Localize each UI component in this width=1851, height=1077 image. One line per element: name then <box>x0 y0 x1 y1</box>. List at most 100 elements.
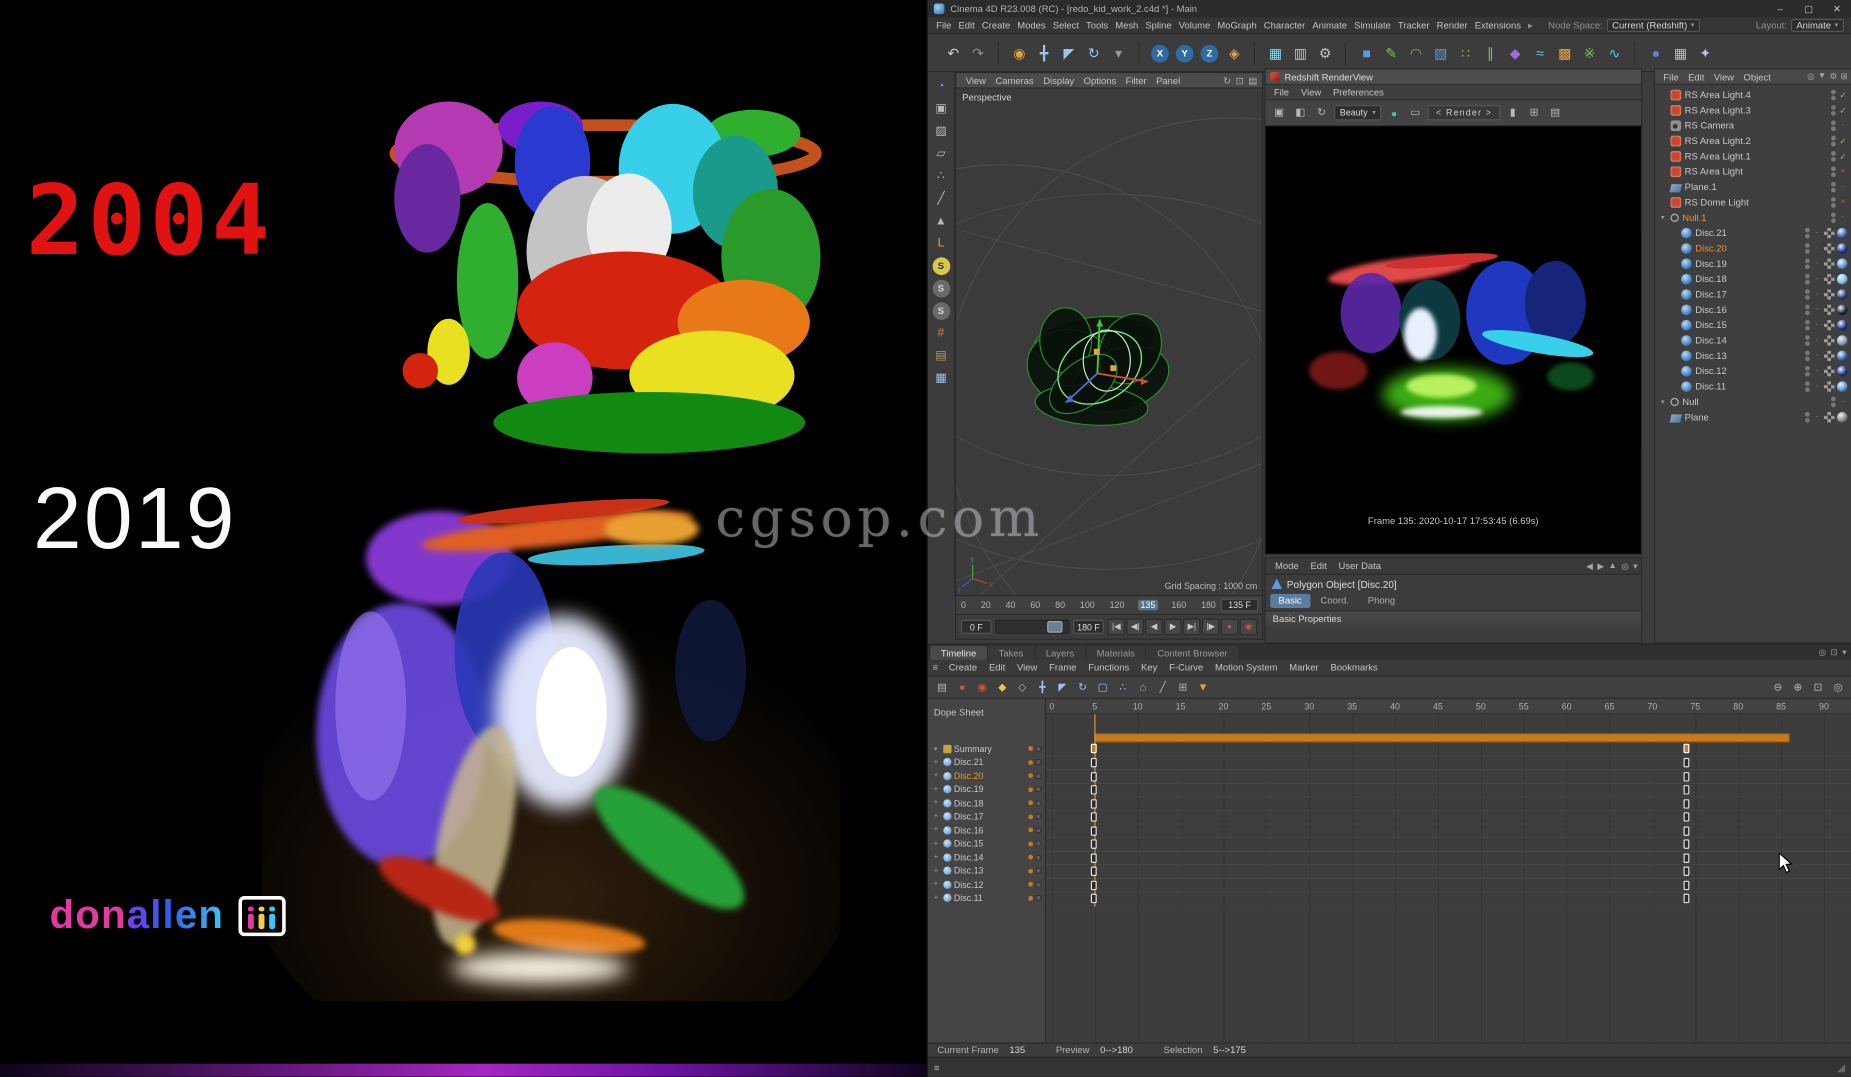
expand-icon[interactable]: + <box>934 867 941 874</box>
track-row-disc-21[interactable]: + Disc.21 <box>928 756 1045 770</box>
ripple-edit-icon[interactable]: ⊞ <box>1175 679 1192 696</box>
enabled-state-icon[interactable]: · <box>1812 306 1821 314</box>
enabled-state-icon[interactable]: · <box>1812 229 1821 237</box>
frame-all-icon[interactable]: ⊡ <box>1810 679 1827 696</box>
edge-mode-icon[interactable]: ╱ <box>932 190 950 208</box>
enabled-state-icon[interactable]: · <box>1812 321 1821 329</box>
texture-tag-icon[interactable] <box>1823 412 1835 423</box>
timeline-menu-view[interactable]: View <box>1011 662 1043 673</box>
search-icon[interactable]: ◎ <box>1807 72 1814 81</box>
track-toggle[interactable] <box>1035 881 1042 888</box>
viewport-menu-display[interactable]: Display <box>1038 75 1078 86</box>
visibility-toggles[interactable] <box>1831 197 1836 208</box>
enabled-state-icon[interactable]: ✓ <box>1838 136 1847 146</box>
viewport-menu-options[interactable]: Options <box>1079 75 1121 86</box>
key-state-dot[interactable] <box>1028 855 1033 860</box>
record-keyframe-button[interactable]: ● <box>1220 618 1239 636</box>
field-object-icon[interactable]: ≈ <box>1529 42 1551 64</box>
expand-icon[interactable]: + <box>934 895 941 902</box>
visibility-toggles[interactable] <box>1831 89 1836 101</box>
enabled-state-icon[interactable]: ✓ <box>1838 106 1847 115</box>
visibility-toggles[interactable] <box>1805 258 1810 270</box>
visibility-toggles[interactable] <box>1831 181 1836 193</box>
attribute-object-row[interactable]: Polygon Object [Disc.20] <box>1266 575 1641 593</box>
render-picture-viewer-icon[interactable]: ▥ <box>1289 42 1311 64</box>
am-menu-user-data[interactable]: User Data <box>1333 561 1387 572</box>
quantize-icon[interactable]: S <box>932 302 950 320</box>
layout-grid-icon[interactable]: ▦ <box>1669 42 1691 64</box>
timeline-menu-key[interactable]: Key <box>1135 662 1163 673</box>
frame-tick-160[interactable]: 160 <box>1170 600 1187 611</box>
object-row-rs-dome-light[interactable]: RS Dome Light × <box>1655 195 1851 210</box>
enabled-state-icon[interactable]: · <box>1812 244 1821 252</box>
make-editable-icon[interactable]: ◔ <box>932 78 950 96</box>
track-row-disc-18[interactable]: + Disc.18 <box>928 796 1045 810</box>
volume-builder-icon[interactable]: ▩ <box>1554 42 1576 64</box>
object-row-disc-15[interactable]: Disc.15 · <box>1655 318 1851 333</box>
key-interpolation-icon[interactable]: ⌂ <box>1135 679 1152 696</box>
timeline-menu-motion-system[interactable]: Motion System <box>1209 662 1283 673</box>
track-toggle[interactable] <box>1035 840 1042 847</box>
enabled-state-icon[interactable]: · <box>1838 122 1847 130</box>
track-row-disc-15[interactable]: + Disc.15 <box>928 837 1045 851</box>
object-row-plane[interactable]: Plane · <box>1655 410 1851 425</box>
texture-tag-icon[interactable] <box>1823 243 1835 254</box>
object-row-rs-camera[interactable]: RS Camera · <box>1655 118 1851 133</box>
texture-tag-icon[interactable] <box>1823 258 1835 270</box>
expand-icon[interactable]: + <box>934 772 941 779</box>
more-icon[interactable]: ▾ <box>1633 561 1637 571</box>
timeline-menu-functions[interactable]: Functions <box>1082 662 1135 673</box>
object-row-disc-13[interactable]: Disc.13 · <box>1655 348 1851 363</box>
expand-icon[interactable]: + <box>934 854 941 861</box>
frame-tick-0[interactable]: 0 <box>960 600 967 611</box>
key-state-dot[interactable] <box>1028 882 1033 887</box>
settings-icon[interactable]: ⚙ <box>1830 72 1837 81</box>
nav-up-icon[interactable]: ▲ <box>1608 561 1616 570</box>
visibility-toggles[interactable] <box>1831 135 1836 147</box>
frame-tick-20[interactable]: 20 <box>980 600 992 611</box>
close-button[interactable]: ✕ <box>1823 0 1851 18</box>
tab-layers[interactable]: Layers <box>1035 645 1085 660</box>
attribute-tab-basic[interactable]: Basic <box>1270 593 1310 608</box>
keyframe-disc-13-f74[interactable] <box>1683 866 1690 876</box>
subdivision-surface-icon[interactable]: ▧ <box>1430 42 1452 64</box>
find-icon[interactable]: ◎ <box>1621 561 1628 571</box>
viewport-menu-view[interactable]: View <box>961 75 991 86</box>
menu-tracker[interactable]: Tracker <box>1394 20 1433 31</box>
frame-tick-60[interactable]: 60 <box>1029 600 1041 611</box>
track-row-disc-20[interactable]: + Disc.20 <box>928 769 1045 783</box>
tab-content-browser[interactable]: Content Browser <box>1146 645 1239 660</box>
node-space-select[interactable]: Current (Redshift) ▾ <box>1606 18 1701 32</box>
object-row-disc-18[interactable]: Disc.18 · <box>1655 272 1851 287</box>
texture-tag-icon[interactable] <box>1823 319 1835 331</box>
record-rotation-icon[interactable]: ↻ <box>1074 679 1091 696</box>
end-frame-field[interactable]: 180 F <box>1073 619 1104 634</box>
viewport-menu-cameras[interactable]: Cameras <box>991 75 1039 86</box>
restart-render-icon[interactable]: ↻ <box>1313 104 1331 122</box>
dope-sheet-label[interactable]: Dope Sheet <box>928 704 1045 721</box>
search-icon[interactable]: ◎ <box>1819 648 1826 657</box>
key-state-dot[interactable] <box>1028 787 1033 792</box>
rv-menu-file[interactable]: File <box>1268 87 1295 98</box>
track-row-disc-11[interactable]: + Disc.11 <box>928 891 1045 905</box>
goto-start-button[interactable]: |◀ <box>1107 618 1126 636</box>
enabled-state-icon[interactable]: · <box>1838 214 1847 222</box>
tab-takes[interactable]: Takes <box>988 645 1034 660</box>
nav-forward-icon[interactable]: ▶ <box>1597 561 1603 571</box>
y-axis-lock-icon[interactable]: Y <box>1175 44 1194 62</box>
frame-ruler[interactable]: 0 20 40 60 80 100 120 135 160 180 135 F <box>955 596 1264 616</box>
play-button[interactable]: ▶ <box>1164 618 1182 636</box>
texture-tag-icon[interactable] <box>1823 273 1835 285</box>
material-tag-icon[interactable] <box>1836 350 1848 362</box>
panel-menu-icon[interactable]: ≡ <box>934 1062 940 1073</box>
keyframe-disc-16-f74[interactable] <box>1683 825 1690 836</box>
keyframe-disc-15-f74[interactable] <box>1683 839 1690 849</box>
keyframe-disc-21-f5[interactable] <box>1091 757 1098 768</box>
undo-icon[interactable]: ↶ <box>942 42 964 64</box>
resize-grip-icon[interactable]: ◢ <box>1837 1061 1845 1074</box>
model-mode-icon[interactable]: ▣ <box>932 100 950 118</box>
am-menu-mode[interactable]: Mode <box>1269 561 1304 572</box>
menu-edit[interactable]: Edit <box>955 20 978 31</box>
render-nav[interactable]: < Render > <box>1427 105 1501 121</box>
visibility-toggles[interactable] <box>1805 273 1810 285</box>
